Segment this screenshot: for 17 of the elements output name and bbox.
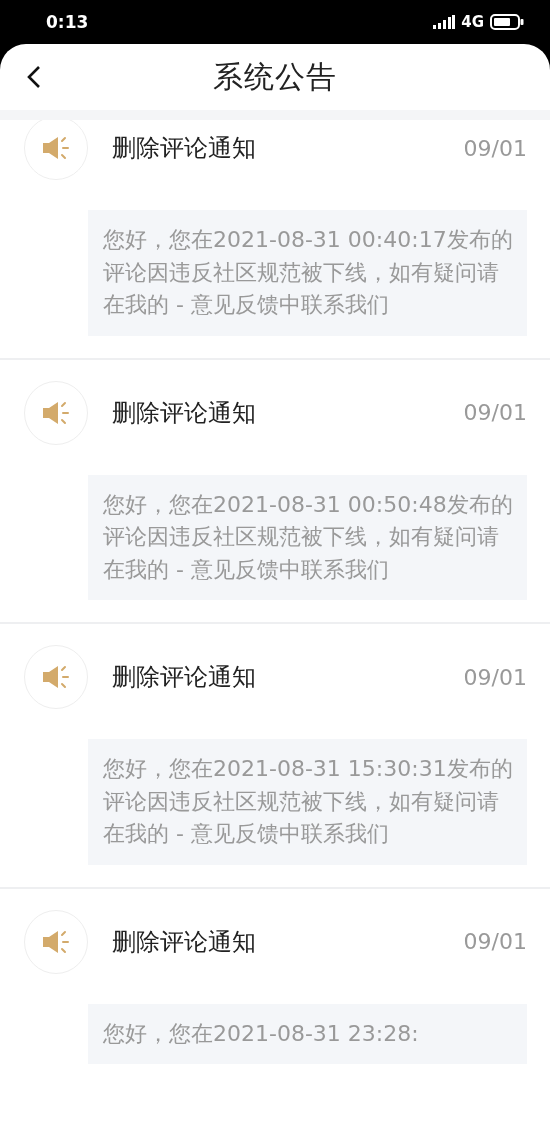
notice-date: 09/01	[463, 400, 527, 425]
clock-time: 0:13	[46, 12, 90, 32]
notice-title: 删除评论通知	[112, 133, 257, 164]
network-label: 4G	[461, 13, 484, 31]
notice-message: 您好，您在2021-08-31 00:40:17发布的评论因违反社区规范被下线，如有疑问请在我的 - 意见反馈中联系我们	[88, 210, 527, 336]
notice-date: 09/01	[463, 135, 527, 161]
notice-message: 您好，您在2021-08-31 00:50:48发布的评论因违反社区规范被下线，如有疑问请在我的 - 意见反馈中联系我们	[88, 474, 527, 600]
signal-icon	[433, 15, 456, 29]
notice-title: 删除评论通知	[112, 926, 257, 958]
notice-date: 09/01	[463, 664, 527, 690]
notice-title: 删除评论通知	[112, 662, 257, 693]
notice-title: 删除评论通知	[112, 397, 257, 429]
notice-date: 09/01	[463, 929, 527, 954]
page-title: 系统公告	[213, 57, 337, 96]
battery-icon	[490, 14, 524, 30]
notice-message: 您好，您在2021-08-31 15:30:31发布的评论因违反社区规范被下线，如有疑问请在我的 - 意见反馈中联系我们	[88, 739, 527, 865]
notice-message: 您好，您在2021-08-31 23:28:	[88, 1003, 527, 1064]
